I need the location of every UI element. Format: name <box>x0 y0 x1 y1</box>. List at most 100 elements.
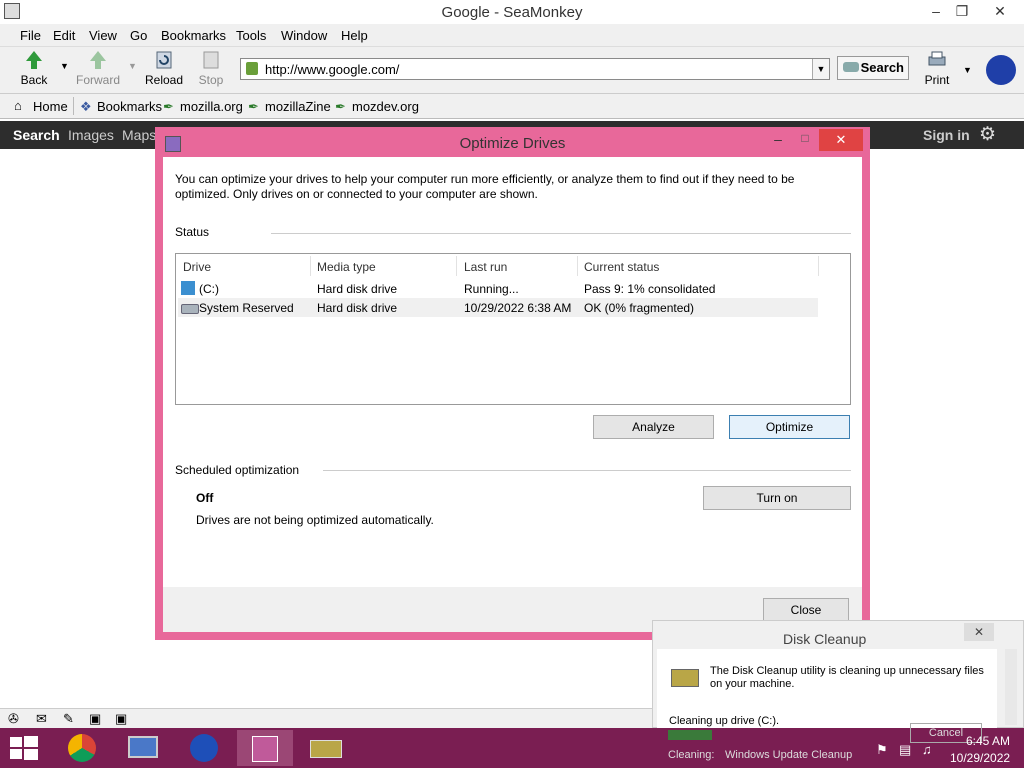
status-divider <box>271 233 851 234</box>
cleaning-label: Cleaning: <box>668 749 715 761</box>
forward-dropdown-icon[interactable]: ▼ <box>128 61 137 71</box>
menu-file[interactable]: File <box>20 28 41 43</box>
back-dropdown-icon[interactable]: ▼ <box>60 61 69 71</box>
back-button[interactable]: Back <box>12 49 56 87</box>
seamonkey-taskbar-button[interactable] <box>176 730 232 766</box>
column-divider <box>310 256 311 276</box>
media-type: Hard disk drive <box>317 282 398 296</box>
toolbar-separator <box>73 97 74 115</box>
windows-drive-icon <box>181 281 195 295</box>
scheduled-optimization-label: Scheduled optimization <box>175 463 300 477</box>
disk-cleanup-taskbar-button[interactable] <box>298 730 354 766</box>
seamonkey-throbber-icon[interactable] <box>986 55 1016 85</box>
seamonkey-icon <box>190 734 218 762</box>
clock-time: 6:45 AM <box>965 734 1010 748</box>
disk-cleanup-icon <box>671 669 699 687</box>
addressbook-icon[interactable]: ▣ <box>89 711 101 727</box>
status-label: Status <box>175 225 210 239</box>
start-button[interactable] <box>10 736 38 760</box>
composer-icon[interactable]: ✎ <box>63 711 74 727</box>
printer-icon <box>928 51 946 66</box>
drives-table: Drive Media type Last run Current status… <box>175 253 851 405</box>
disk-cleanup-icon <box>310 740 342 758</box>
disk-cleanup-close-button[interactable]: ✕ <box>964 623 994 641</box>
stop-label: Stop <box>198 73 224 87</box>
bookmarks-icon: ❖ <box>80 99 92 114</box>
defrag-taskbar-button[interactable] <box>237 730 293 766</box>
bookmark-home[interactable]: Home <box>33 99 68 114</box>
turn-on-button[interactable]: Turn on <box>703 486 851 510</box>
reload-button[interactable]: Reload <box>142 49 186 87</box>
forward-button[interactable]: Forward <box>76 49 120 87</box>
print-button[interactable]: Print <box>915 49 959 87</box>
table-row[interactable]: System Reserved Hard disk drive 10/29/20… <box>178 298 818 317</box>
sign-in-link[interactable]: Sign in <box>923 127 970 143</box>
network-icon[interactable]: ▤ <box>899 742 911 758</box>
notification-flag-icon[interactable]: ⚑ <box>876 742 888 758</box>
home-icon: ⌂ <box>14 98 22 113</box>
print-label: Print <box>924 73 950 87</box>
scrollbar[interactable] <box>1005 649 1017 725</box>
mail-icon[interactable]: ✉ <box>36 711 47 727</box>
menu-edit[interactable]: Edit <box>53 28 75 43</box>
google-search-link[interactable]: Search <box>13 127 60 143</box>
table-row[interactable]: (C:) Hard disk drive Running... Pass 9: … <box>178 279 818 298</box>
remote-desktop-taskbar-button[interactable] <box>115 730 171 766</box>
url-bar[interactable]: http://www.google.com/ ▼ <box>240 58 830 80</box>
drive-name: System Reserved <box>199 301 294 315</box>
dialog-close-button[interactable]: ✕ <box>819 129 863 151</box>
chrome-taskbar-button[interactable] <box>54 730 110 766</box>
schedule-state: Off <box>196 491 214 505</box>
volume-icon[interactable]: ♫ <box>922 742 932 757</box>
dialog-minimize-button[interactable]: – <box>765 131 791 151</box>
bookmark-mozdev[interactable]: mozdev.org <box>352 99 419 114</box>
navigation-toolbar: Back ▼ Forward ▼ Reload Stop http://www.… <box>0 47 1024 94</box>
dialog-maximize-button[interactable]: □ <box>792 131 818 151</box>
search-button[interactable]: Search <box>837 56 909 80</box>
url-dropdown-icon[interactable]: ▼ <box>812 59 829 79</box>
analyze-button[interactable]: Analyze <box>593 415 714 439</box>
maximize-button[interactable]: ❐ <box>946 0 978 22</box>
page-icon <box>246 62 258 75</box>
url-input[interactable]: http://www.google.com/ <box>265 62 399 77</box>
google-maps-link[interactable]: Maps <box>122 127 156 143</box>
menu-view[interactable]: View <box>89 28 117 43</box>
close-button[interactable]: ✕ <box>984 0 1016 22</box>
column-header-media-type[interactable]: Media type <box>317 260 376 274</box>
menu-help[interactable]: Help <box>341 28 368 43</box>
print-dropdown-icon[interactable]: ▼ <box>963 65 972 75</box>
menu-go[interactable]: Go <box>130 28 147 43</box>
gear-icon[interactable]: ⚙ <box>979 123 996 146</box>
navigator-icon[interactable]: ✇ <box>8 711 19 727</box>
chat-icon[interactable]: ▣ <box>115 711 127 727</box>
bookmark-mozillazine[interactable]: mozillaZine <box>265 99 331 114</box>
column-header-current-status[interactable]: Current status <box>584 260 659 274</box>
schedule-description: Drives are not being optimized automatic… <box>196 513 434 527</box>
bookmark-bookmarks[interactable]: Bookmarks <box>97 99 162 114</box>
back-label: Back <box>20 73 48 87</box>
title-bar: Google - SeaMonkey – ❐ ✕ <box>0 0 1024 24</box>
stop-button[interactable]: Stop <box>189 49 233 87</box>
windows-logo-icon <box>10 736 38 760</box>
google-images-link[interactable]: Images <box>68 127 114 143</box>
menu-bookmarks[interactable]: Bookmarks <box>161 28 226 43</box>
reload-icon <box>156 51 172 69</box>
optimize-drives-dialog: Optimize Drives – □ ✕ You can optimize y… <box>155 127 870 640</box>
chrome-icon <box>68 734 96 762</box>
column-header-last-run[interactable]: Last run <box>464 260 507 274</box>
bookmark-mozilla-org[interactable]: mozilla.org <box>180 99 243 114</box>
link-icon: ✒ <box>248 99 259 114</box>
cleaning-item: Windows Update Cleanup <box>725 749 853 761</box>
menu-window[interactable]: Window <box>281 28 327 43</box>
close-dialog-button[interactable]: Close <box>763 598 849 622</box>
clock[interactable]: 6:45 AM 10/29/2022 <box>950 734 1010 765</box>
dialog-title: Optimize Drives <box>459 135 566 152</box>
reload-label: Reload <box>144 73 184 87</box>
column-divider <box>456 256 457 276</box>
optimize-button[interactable]: Optimize <box>729 415 850 439</box>
menu-tools[interactable]: Tools <box>236 28 266 43</box>
column-header-drive[interactable]: Drive <box>183 260 211 274</box>
column-divider <box>818 256 819 276</box>
last-run: 10/29/2022 6:38 AM <box>464 301 572 315</box>
bookmarks-toolbar: ⌂ Home ❖ Bookmarks ✒ mozilla.org ✒ mozil… <box>0 94 1024 119</box>
